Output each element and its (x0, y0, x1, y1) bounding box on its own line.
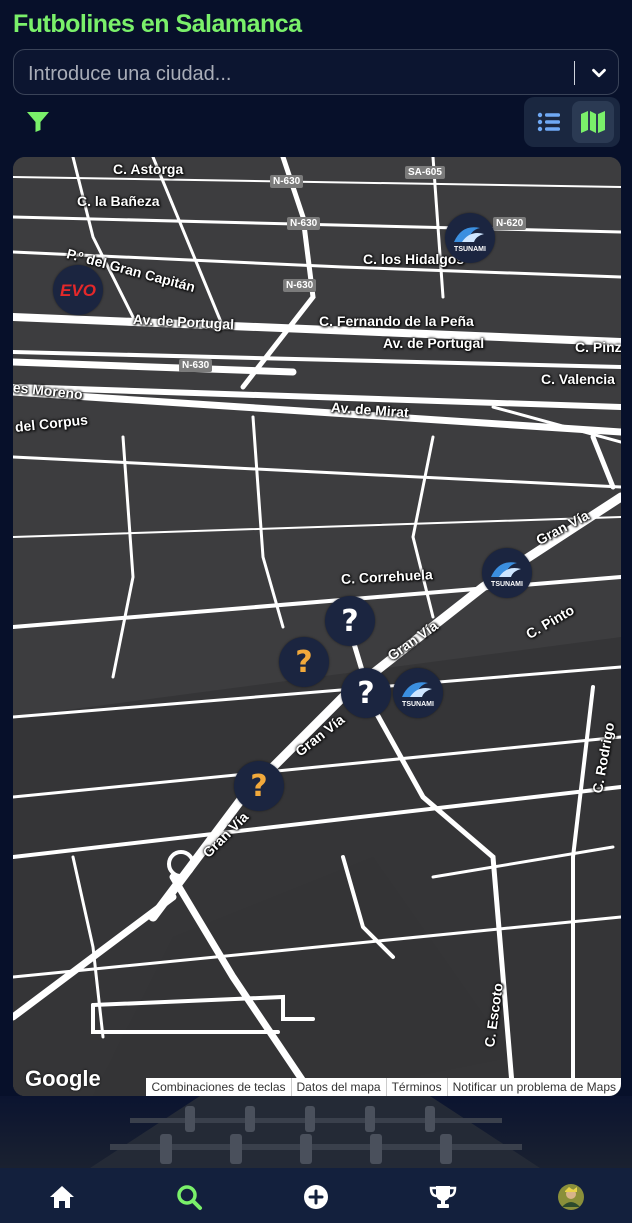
road-shield: N-630 (283, 279, 317, 292)
tsunami-logo: TSUNAMI (491, 562, 523, 588)
svg-text:EVO: EVO (60, 281, 96, 300)
street-label: C. Pinz (575, 339, 621, 355)
street-label: C. Astorga (113, 161, 184, 177)
city-search[interactable] (13, 49, 619, 95)
filter-icon[interactable] (26, 111, 50, 133)
google-logo: Google (25, 1066, 101, 1091)
svg-text:TSUNAMI: TSUNAMI (402, 701, 434, 708)
report-problem-link[interactable]: Notificar un problema de Maps (446, 1078, 621, 1096)
unknown-venue-marker[interactable]: ? (234, 761, 284, 811)
unknown-venue-marker[interactable]: ? (279, 637, 329, 687)
evo-marker[interactable]: EVO (53, 265, 103, 315)
foosball-background (0, 1096, 632, 1168)
tsunami-marker[interactable]: TSUNAMI (482, 548, 532, 598)
map-view-button[interactable] (572, 101, 614, 143)
chevron-down-icon[interactable] (588, 62, 610, 84)
unknown-venue-marker[interactable]: ? (341, 668, 391, 718)
tsunami-logo: TSUNAMI (454, 227, 486, 253)
bottom-navigation (0, 1168, 632, 1223)
street-label: C. la Bañeza (77, 193, 160, 209)
tsunami-marker[interactable]: TSUNAMI (393, 668, 443, 718)
search-separator (574, 61, 575, 85)
street-label: C. Valencia (541, 371, 615, 387)
road-shield: N-620 (493, 217, 527, 230)
trophy-icon[interactable] (429, 1183, 457, 1211)
road-shield: N-630 (270, 175, 304, 188)
page-title: Futbolines en Salamanca (13, 10, 302, 38)
search-icon[interactable] (175, 1183, 203, 1211)
tsunami-marker[interactable]: TSUNAMI (445, 213, 495, 263)
foosball-table-image (90, 1096, 540, 1168)
street-label: C. Fernando de la Peña (319, 313, 474, 329)
list-view-button[interactable] (528, 101, 570, 143)
map-attribution: Combinaciones de teclas Datos del mapa T… (146, 1078, 621, 1096)
view-toggle (524, 97, 620, 147)
keyboard-shortcuts-link[interactable]: Combinaciones de teclas (146, 1078, 290, 1096)
city-search-input[interactable] (26, 58, 570, 90)
map-data-link[interactable]: Datos del mapa (290, 1078, 386, 1096)
map-icon (581, 111, 605, 133)
home-icon[interactable] (48, 1183, 76, 1211)
tsunami-logo: TSUNAMI (402, 682, 434, 708)
road-shield: N-630 (179, 359, 213, 372)
street-label: Av. de Portugal (383, 335, 485, 351)
evo-logo: EVO (60, 281, 96, 300)
map-view[interactable]: C. Astorga C. la Bañeza P.º del Gran Cap… (13, 157, 621, 1096)
list-icon (537, 112, 560, 132)
avatar-icon[interactable] (557, 1183, 585, 1211)
road-shield: SA-605 (405, 166, 445, 179)
unknown-venue-marker[interactable]: ? (325, 596, 375, 646)
terms-link[interactable]: Términos (385, 1078, 447, 1096)
add-icon[interactable] (302, 1183, 330, 1211)
road-shield: N-630 (287, 217, 321, 230)
svg-text:TSUNAMI: TSUNAMI (491, 581, 523, 588)
svg-text:TSUNAMI: TSUNAMI (454, 246, 486, 253)
